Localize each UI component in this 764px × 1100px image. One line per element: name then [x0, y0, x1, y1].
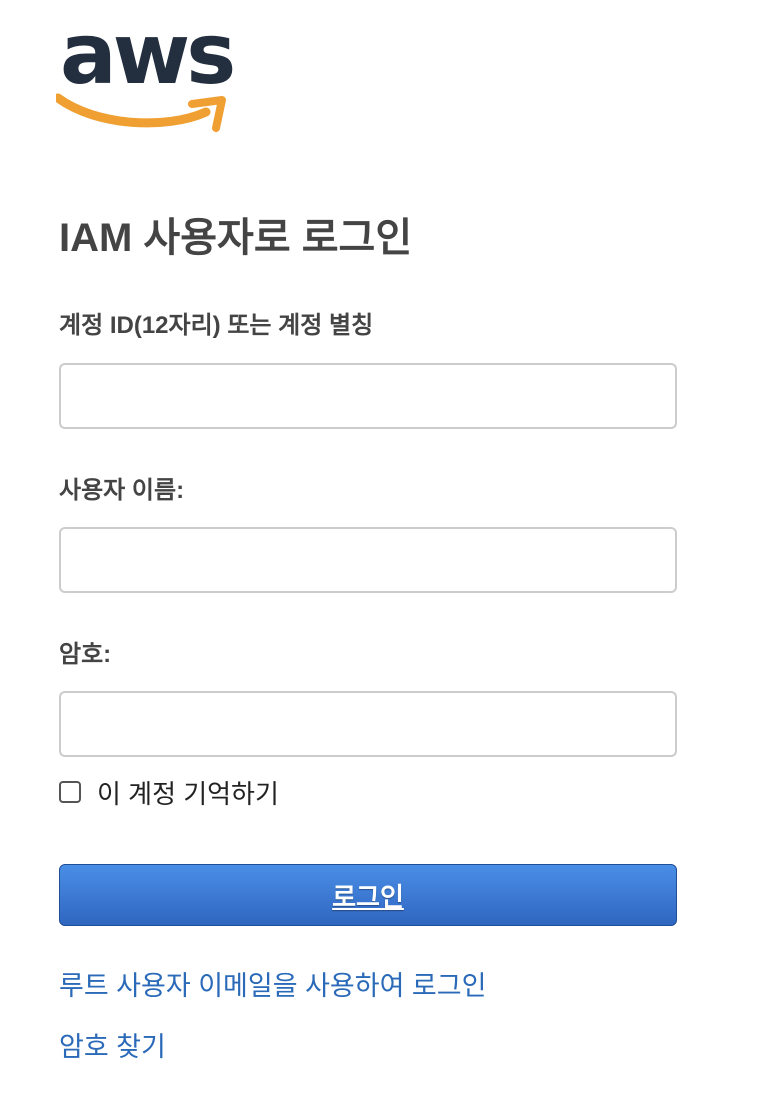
aws-logo-text: aws — [60, 5, 236, 103]
aws-smile-icon — [56, 93, 226, 132]
aws-logo: aws — [56, 12, 236, 132]
page-title: IAM 사용자로 로그인 — [59, 216, 413, 260]
account-id-input[interactable] — [59, 363, 677, 429]
remember-account-row[interactable]: 이 계정 기억하기 — [59, 774, 279, 810]
forgot-password-link[interactable]: 암호 찾기 — [59, 1029, 166, 1065]
signin-button[interactable]: 로그인 — [59, 864, 677, 926]
username-input[interactable] — [59, 527, 677, 593]
root-user-signin-link[interactable]: 루트 사용자 이메일을 사용하여 로그인 — [59, 968, 486, 1004]
remember-account-label[interactable]: 이 계정 기억하기 — [97, 774, 279, 811]
account-id-label: 계정 ID(12자리) 또는 계정 별칭 — [59, 312, 374, 339]
username-label: 사용자 이름: — [59, 477, 185, 504]
password-input[interactable] — [59, 691, 677, 757]
password-label: 암호: — [59, 641, 112, 668]
remember-account-checkbox[interactable] — [59, 781, 81, 803]
